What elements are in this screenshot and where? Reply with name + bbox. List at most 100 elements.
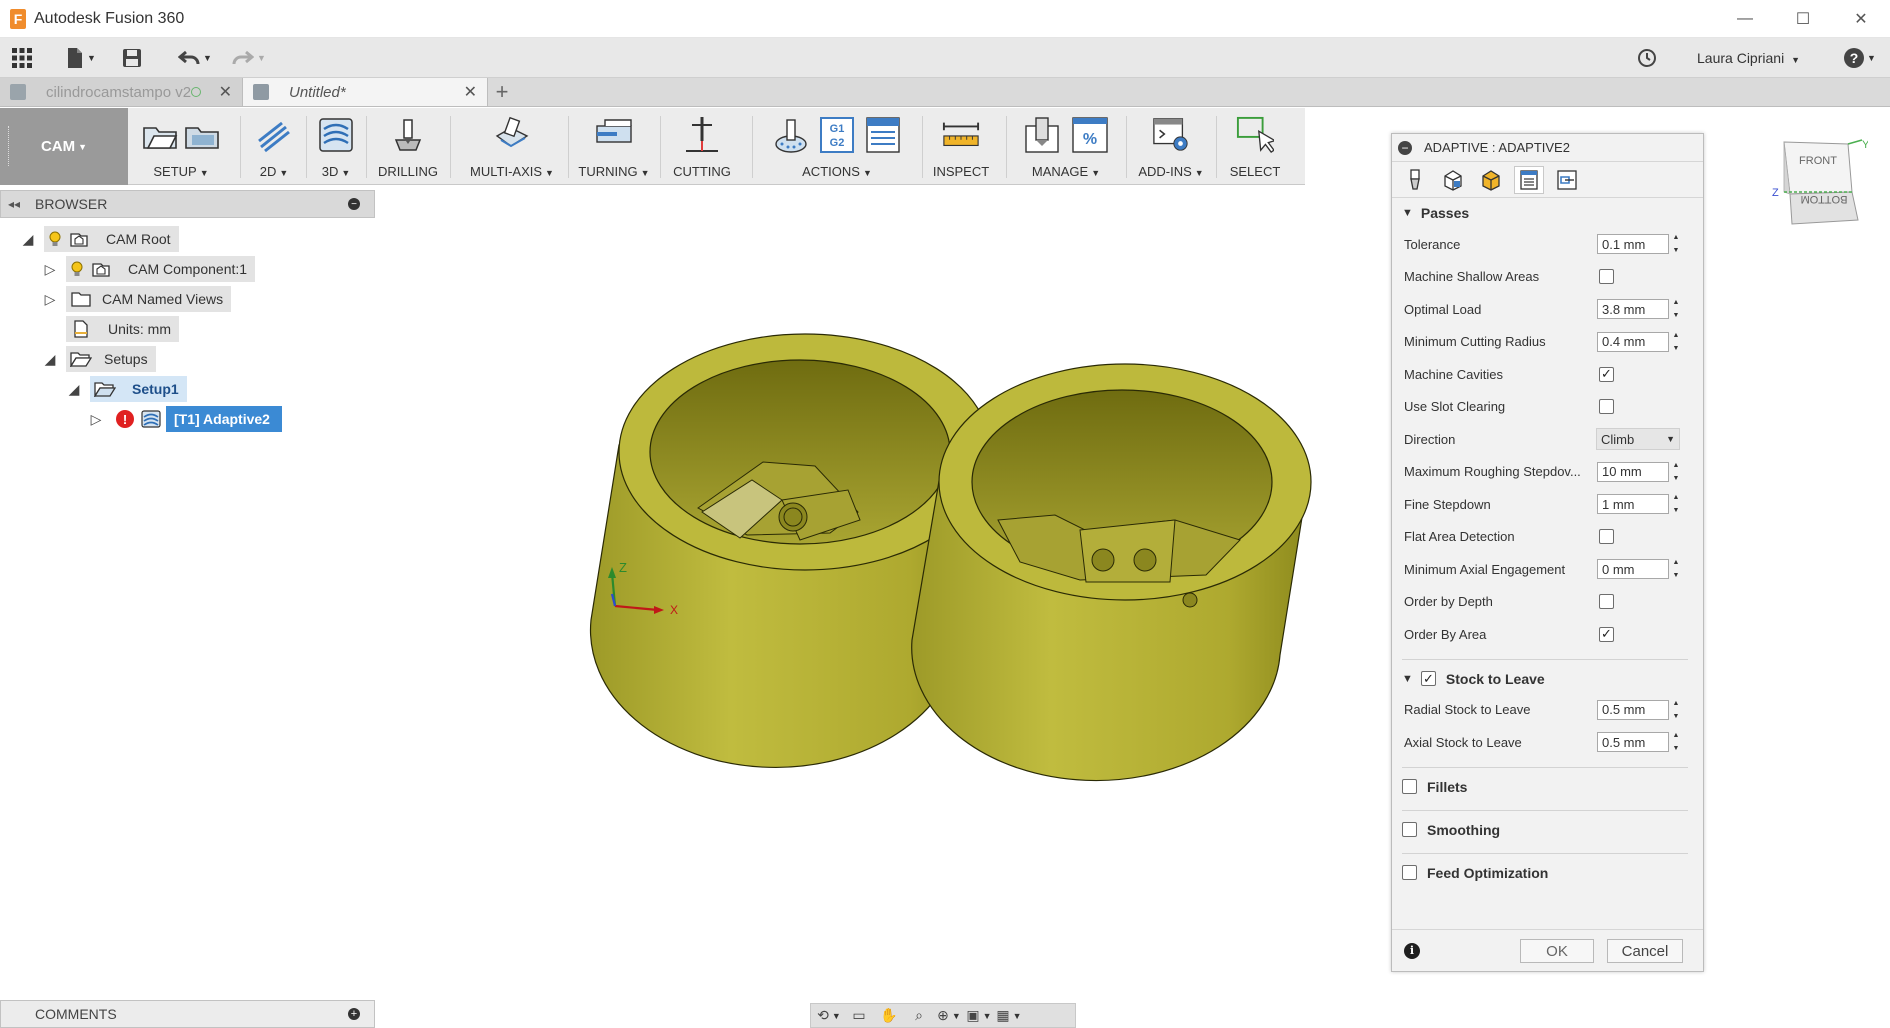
radial-stock-input[interactable]: 0.5 mm bbox=[1597, 699, 1669, 720]
ribbon-group-manage[interactable]: % MANAGE ▼ bbox=[1010, 108, 1122, 185]
machine-cavities-checkbox[interactable]: ✓ bbox=[1599, 366, 1614, 382]
ribbon-group-3d[interactable]: 3D ▼ bbox=[308, 108, 364, 185]
stock-to-leave-checkbox[interactable]: ✓ bbox=[1420, 671, 1436, 686]
tab-passes-icon[interactable] bbox=[1514, 165, 1544, 194]
grid-settings-icon[interactable]: ▦ ▼ bbox=[996, 1006, 1021, 1026]
spinner-icon[interactable]: ▲ ▼ bbox=[1671, 494, 1681, 514]
ribbon-group-actions[interactable]: G1 G2 ACTIONS ▼ bbox=[756, 108, 918, 185]
ribbon-group-2d[interactable]: 2D ▼ bbox=[244, 108, 304, 185]
user-menu[interactable]: Laura Cipriani ▼ bbox=[1697, 50, 1800, 66]
tree-item-cam-component[interactable]: ▷ CAM Component:1 bbox=[42, 256, 256, 282]
tree-item-cam-root[interactable]: ◢ CAM Root bbox=[20, 226, 179, 252]
tree-item-setups[interactable]: ◢ Setups bbox=[42, 346, 156, 372]
save-button[interactable] bbox=[112, 38, 152, 78]
cutting-icon[interactable] bbox=[683, 116, 721, 154]
post-library-icon[interactable]: % bbox=[1071, 116, 1109, 154]
help-button[interactable]: ? ▼ bbox=[1840, 38, 1880, 78]
collapse-section-icon[interactable]: ▼ bbox=[1402, 207, 1413, 219]
pin-panel-icon[interactable]: − bbox=[348, 198, 360, 210]
ribbon-group-drilling[interactable]: DRILLING bbox=[368, 108, 448, 185]
visibility-bulb-icon[interactable] bbox=[48, 230, 62, 248]
collapse-triangle-icon[interactable]: ◢ bbox=[20, 231, 36, 247]
fillets-section-header[interactable]: Fillets bbox=[1392, 772, 1703, 802]
slot-clearing-checkbox[interactable] bbox=[1599, 399, 1614, 415]
fillets-checkbox[interactable] bbox=[1402, 779, 1417, 794]
collapse-triangle-icon[interactable]: ◢ bbox=[66, 381, 82, 397]
display-settings-icon[interactable]: ▣ ▼ bbox=[966, 1006, 991, 1026]
collapse-triangle-icon[interactable]: ◢ bbox=[42, 351, 58, 367]
minimize-button[interactable]: — bbox=[1716, 0, 1774, 38]
file-menu-button[interactable]: ▼ bbox=[56, 38, 106, 78]
ok-button[interactable]: OK bbox=[1520, 939, 1594, 963]
setup-sheet-doc-icon[interactable] bbox=[864, 116, 902, 154]
view-cube[interactable]: FRONT BOTTOM Y Z bbox=[1770, 132, 1870, 232]
max-roughing-input[interactable]: 10 mm bbox=[1597, 461, 1669, 482]
ribbon-group-multi-axis[interactable]: MULTI-AXIS ▼ bbox=[458, 108, 566, 185]
machine-shallow-checkbox[interactable] bbox=[1599, 269, 1614, 285]
ribbon-group-select[interactable]: SELECT bbox=[1220, 108, 1290, 185]
setup-sheet-icon[interactable] bbox=[183, 116, 221, 154]
scripts-addins-icon[interactable] bbox=[1152, 116, 1190, 154]
tree-item-adaptive2[interactable]: ▷ ! [T1] Adaptive2 bbox=[88, 406, 282, 432]
spinner-icon[interactable]: ▲ ▼ bbox=[1671, 462, 1681, 482]
smoothing-checkbox[interactable] bbox=[1402, 822, 1417, 837]
order-area-checkbox[interactable]: ✓ bbox=[1599, 626, 1614, 642]
tree-item-named-views[interactable]: ▷ CAM Named Views bbox=[42, 286, 232, 312]
feed-optimization-section-header[interactable]: Feed Optimization bbox=[1392, 858, 1703, 888]
comments-panel[interactable]: COMMENTS + bbox=[0, 1000, 375, 1028]
select-icon[interactable] bbox=[1236, 116, 1274, 154]
simulate-icon[interactable] bbox=[772, 116, 810, 154]
fit-zoom-icon[interactable]: ⊕ ▼ bbox=[937, 1006, 961, 1026]
flat-area-checkbox[interactable] bbox=[1599, 529, 1614, 545]
ribbon-group-setup[interactable]: SETUP ▼ bbox=[130, 108, 232, 185]
collapse-panel-icon[interactable]: ◂◂ bbox=[1, 197, 27, 211]
collapse-section-icon[interactable]: ▼ bbox=[1402, 673, 1413, 685]
stock-section-header[interactable]: ▼ ✓ Stock to Leave bbox=[1392, 664, 1703, 694]
zoom-icon[interactable]: ⌕ bbox=[907, 1006, 931, 1026]
look-at-icon[interactable]: ▭ bbox=[847, 1006, 871, 1026]
measure-icon[interactable] bbox=[942, 116, 980, 154]
fine-stepdown-input[interactable]: 1 mm bbox=[1597, 494, 1669, 515]
multi-axis-icon[interactable] bbox=[493, 116, 531, 154]
spinner-icon[interactable]: ▲ ▼ bbox=[1671, 732, 1681, 752]
info-icon[interactable]: i bbox=[1404, 942, 1420, 959]
drill-icon[interactable] bbox=[389, 116, 427, 154]
expand-triangle-icon[interactable]: ▷ bbox=[42, 261, 58, 277]
orbit-icon[interactable]: ⟲ ▼ bbox=[817, 1006, 841, 1026]
2d-adaptive-icon[interactable] bbox=[255, 116, 293, 154]
setup-icon[interactable] bbox=[141, 116, 179, 154]
dialog-title-bar[interactable]: − ADAPTIVE : ADAPTIVE2 bbox=[1392, 134, 1703, 162]
tab-geometry-icon[interactable] bbox=[1438, 166, 1468, 194]
tab-tool-icon[interactable] bbox=[1400, 166, 1430, 194]
order-depth-checkbox[interactable] bbox=[1599, 594, 1614, 610]
expand-triangle-icon[interactable]: ▷ bbox=[42, 291, 58, 307]
3d-viewport[interactable]: Z X bbox=[380, 190, 1390, 990]
expand-triangle-icon[interactable]: ▷ bbox=[88, 411, 104, 427]
ribbon-group-turning[interactable]: TURNING ▼ bbox=[572, 108, 656, 185]
model-canvas[interactable]: Z X bbox=[380, 190, 1390, 990]
add-comment-icon[interactable]: + bbox=[348, 1008, 360, 1020]
redo-button[interactable]: ▼ bbox=[224, 38, 274, 78]
tab-heights-icon[interactable] bbox=[1476, 166, 1506, 194]
tab-cilindrocamstampo[interactable]: cilindrocamstampo v2 ✕ bbox=[0, 78, 243, 106]
tool-library-icon[interactable] bbox=[1023, 116, 1061, 154]
min-cutting-radius-input[interactable]: 0.4 mm bbox=[1597, 331, 1669, 352]
close-tab-icon[interactable]: ✕ bbox=[219, 82, 232, 102]
close-tab-icon[interactable]: ✕ bbox=[464, 82, 477, 102]
workspace-switcher[interactable]: CAM ▼ bbox=[0, 108, 128, 185]
collapse-dialog-icon[interactable]: − bbox=[1398, 140, 1412, 155]
undo-button[interactable]: ▼ bbox=[170, 38, 220, 78]
spinner-icon[interactable]: ▲ ▼ bbox=[1671, 299, 1681, 319]
job-status-clock-icon[interactable] bbox=[1627, 38, 1667, 78]
spinner-icon[interactable]: ▲ ▼ bbox=[1671, 559, 1681, 579]
optimal-load-input[interactable]: 3.8 mm bbox=[1597, 299, 1669, 320]
passes-section-header[interactable]: ▼ Passes bbox=[1392, 198, 1703, 228]
ribbon-group-cutting[interactable]: CUTTING bbox=[664, 108, 740, 185]
smoothing-section-header[interactable]: Smoothing bbox=[1392, 815, 1703, 845]
ribbon-group-inspect[interactable]: INSPECT bbox=[926, 108, 996, 185]
tab-untitled[interactable]: Untitled* ✕ bbox=[243, 78, 488, 106]
direction-select[interactable]: Climb ▼ bbox=[1596, 428, 1680, 451]
turning-icon[interactable] bbox=[595, 116, 633, 154]
tree-item-setup1[interactable]: ◢ Setup1 bbox=[66, 376, 187, 402]
data-panel-grid-icon[interactable] bbox=[0, 38, 44, 78]
